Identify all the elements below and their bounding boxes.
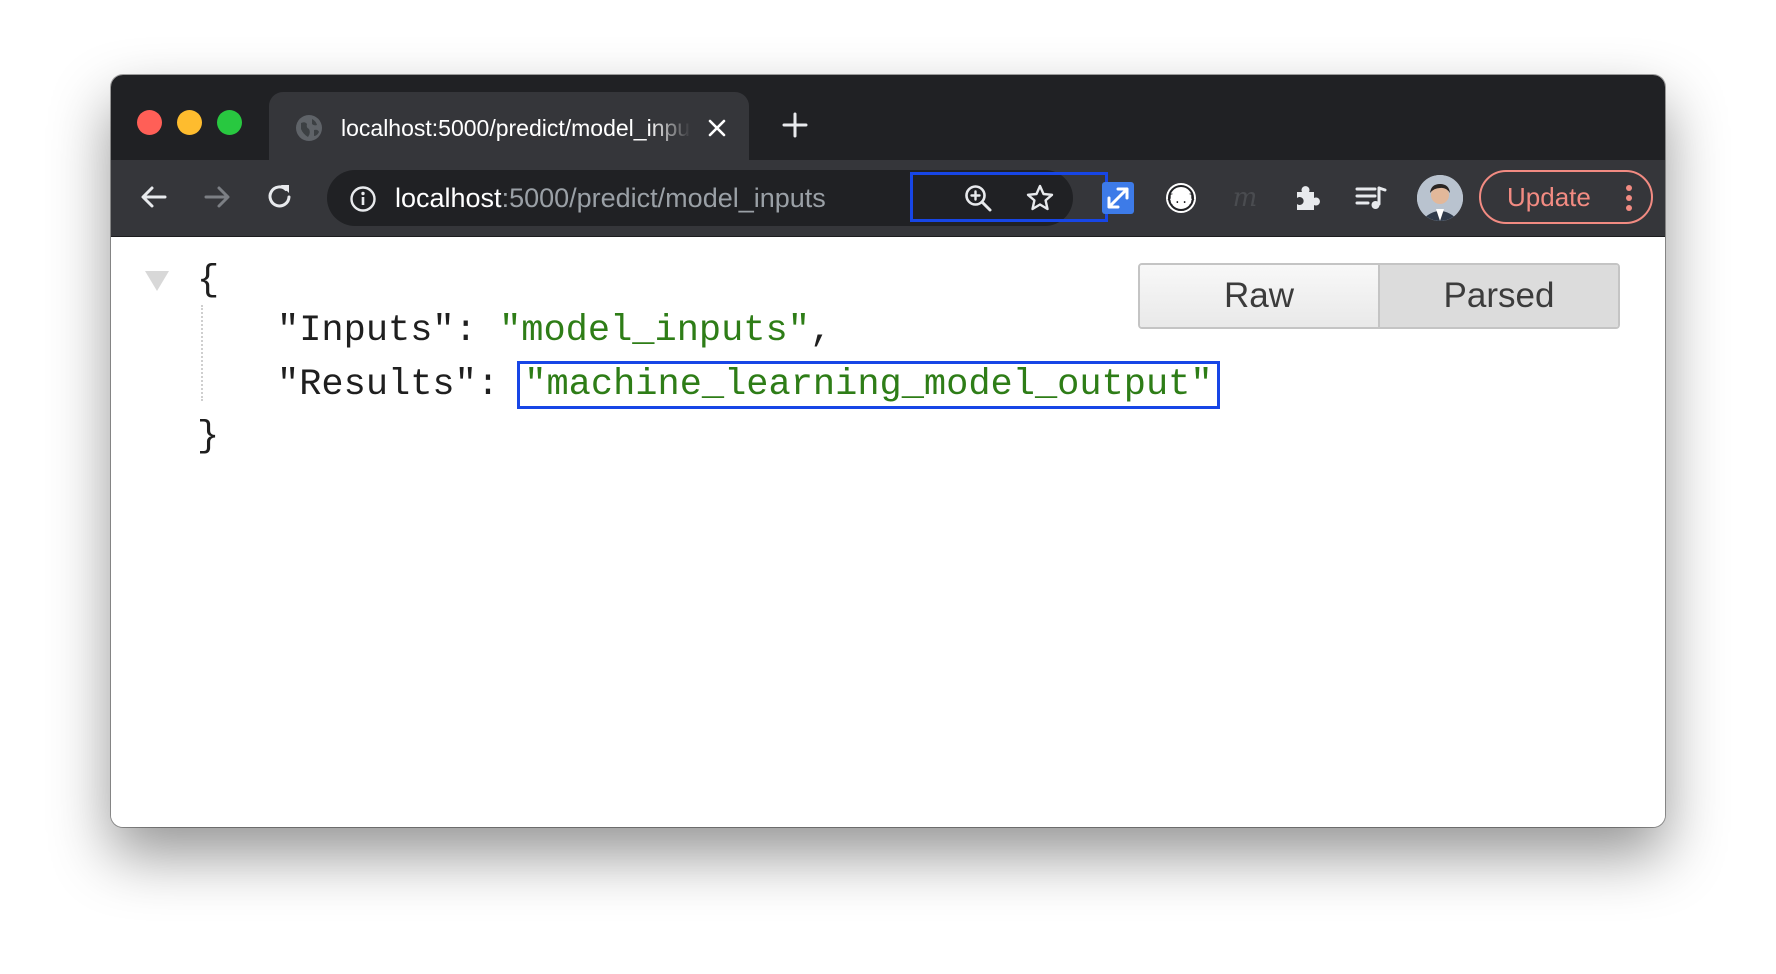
- json-key: "Inputs": [277, 310, 455, 352]
- new-tab-plus-icon[interactable]: [781, 111, 809, 139]
- active-tab[interactable]: localhost:5000/predict/model_inputs: [269, 92, 749, 160]
- collapse-toggle-icon[interactable]: [145, 271, 169, 291]
- json-colon: :: [454, 310, 500, 352]
- profile-avatar[interactable]: [1417, 175, 1463, 221]
- view-mode-toggle: Raw Parsed: [1138, 263, 1620, 329]
- address-bar[interactable]: localhost:5000/predict/model_inputs: [327, 170, 1108, 226]
- url-host: localhost: [395, 183, 502, 213]
- media-queue-icon[interactable]: [1353, 180, 1389, 216]
- json-colon: :: [476, 364, 522, 406]
- json-entry-results: "Results": "machine_learning_model_outpu…: [277, 361, 1220, 409]
- json-string-value: "model_inputs": [499, 310, 810, 352]
- parsed-button[interactable]: Parsed: [1380, 265, 1618, 327]
- zoom-icon[interactable]: [963, 183, 993, 213]
- maximize-window-button[interactable]: [217, 110, 242, 135]
- json-open-brace: {: [197, 260, 220, 302]
- reload-icon[interactable]: [263, 180, 297, 214]
- url-text: localhost:5000/predict/model_inputs: [395, 181, 826, 215]
- browser-window: localhost:5000/predict/model_inputs loca…: [111, 75, 1665, 827]
- json-entry-inputs: "Inputs": "model_inputs",: [277, 309, 832, 353]
- update-button[interactable]: Update: [1479, 170, 1653, 224]
- json-viewer-extension-icon[interactable]: {..}: [1163, 180, 1199, 216]
- forward-arrow-icon[interactable]: [200, 180, 234, 214]
- resize-extension-icon[interactable]: [1100, 180, 1136, 216]
- bookmark-star-icon[interactable]: [1025, 183, 1055, 213]
- json-comma: ,: [809, 310, 833, 352]
- more-menu-icon[interactable]: [1625, 184, 1633, 212]
- puzzle-extensions-icon[interactable]: [1289, 180, 1325, 216]
- svg-text:{..}: {..}: [1167, 192, 1196, 206]
- site-info-icon[interactable]: [349, 185, 377, 213]
- url-path: :5000/predict/model_inputs: [501, 183, 826, 213]
- tab-title: localhost:5000/predict/model_inputs: [341, 115, 691, 141]
- back-arrow-icon[interactable]: [137, 180, 171, 214]
- indent-guide: [201, 305, 203, 401]
- close-window-button[interactable]: [137, 110, 162, 135]
- browser-toolbar: localhost:5000/predict/model_inputs {..}…: [111, 160, 1665, 237]
- close-tab-icon[interactable]: [705, 116, 729, 140]
- json-close-brace: }: [197, 416, 220, 458]
- json-key: "Results": [277, 364, 477, 406]
- tab-strip: localhost:5000/predict/model_inputs: [111, 75, 1665, 160]
- minimize-window-button[interactable]: [177, 110, 202, 135]
- m-extension-icon[interactable]: m: [1227, 180, 1263, 216]
- profile-photo-icon: [1417, 175, 1463, 221]
- json-string-value-highlighted: "machine_learning_model_output": [517, 361, 1220, 409]
- svg-text:m: m: [1233, 183, 1258, 213]
- update-label: Update: [1507, 182, 1591, 212]
- globe-icon: [296, 115, 322, 141]
- url-path-highlight-box: [910, 172, 1108, 222]
- page-content: { "Inputs": "model_inputs", "Results": "…: [111, 237, 1665, 827]
- raw-button[interactable]: Raw: [1140, 265, 1380, 327]
